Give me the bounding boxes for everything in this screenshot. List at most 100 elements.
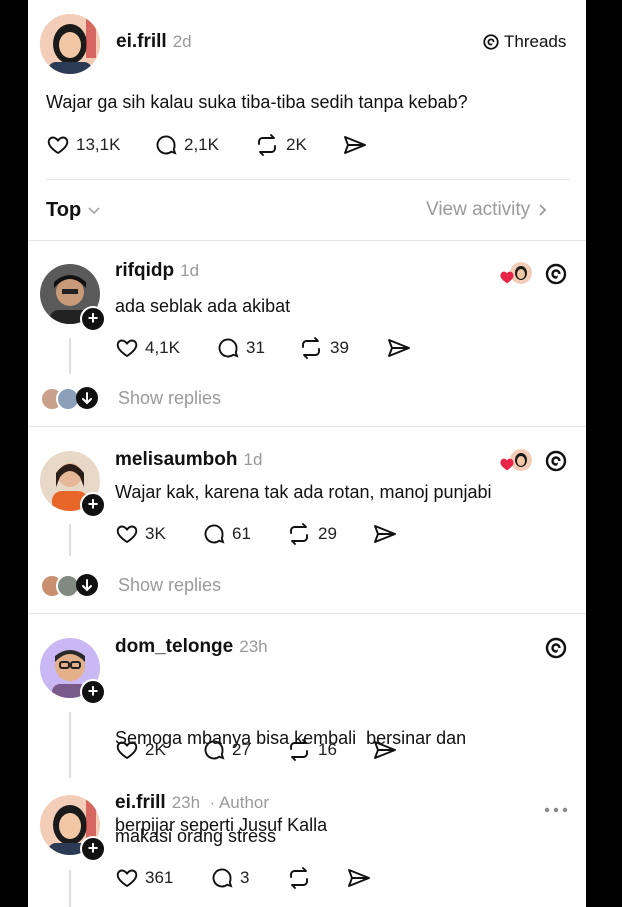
reply-like-count: 4,1K	[145, 338, 180, 357]
heart-icon	[116, 869, 138, 888]
reply-time: 1d	[180, 261, 200, 280]
thread-line	[69, 338, 71, 374]
divider	[46, 179, 570, 180]
reply-repost-count: 16	[318, 740, 337, 759]
reply-repost-count: 39	[330, 338, 349, 357]
reply-like-count: 3K	[145, 524, 166, 543]
reply-comment-count: 61	[232, 524, 251, 543]
show-replies-button[interactable]: Show replies	[118, 575, 221, 596]
heart-icon	[116, 741, 138, 760]
sort-dropdown[interactable]: Top	[46, 199, 101, 222]
view-activity-link[interactable]: View activity	[426, 199, 548, 221]
post-repost-count: 2K	[286, 135, 307, 154]
comment-icon	[204, 524, 225, 544]
repost-icon	[302, 337, 320, 359]
arrow-down-icon	[76, 387, 98, 409]
sort-label: Top	[46, 199, 82, 221]
post-comment-button[interactable]: 2,1K	[154, 133, 219, 157]
post-share-button[interactable]	[342, 133, 374, 157]
reply-header: dom_telonge 23h	[115, 636, 268, 658]
reply-text: makasi orang stress	[115, 826, 277, 846]
post-text: Wajar ga sih kalau suka tiba-tiba sedih …	[46, 92, 468, 112]
send-icon	[388, 339, 410, 357]
arrow-down-icon	[76, 574, 98, 596]
author-tag: · Author	[209, 793, 270, 812]
reply-like-count: 2K	[145, 740, 166, 759]
reply-repost-button[interactable]: 16	[286, 738, 337, 762]
reply-like-button[interactable]: 3K	[115, 522, 166, 546]
reply-repost-button[interactable]	[286, 866, 318, 890]
threads-logo-icon[interactable]	[544, 636, 568, 665]
author-avatar[interactable]	[40, 14, 100, 74]
reply-like-button[interactable]: 4,1K	[115, 336, 180, 360]
follow-plus-icon[interactable]: +	[80, 679, 106, 705]
reply-repost-count: 29	[318, 524, 337, 543]
reply-repost-button[interactable]: 39	[298, 336, 349, 360]
follow-plus-icon[interactable]: +	[80, 492, 106, 518]
post-username[interactable]: ei.frill	[116, 31, 167, 52]
reply-like-button[interactable]: 2K	[115, 738, 166, 762]
threads-frame: ei.frill 2d Threads Wajar ga sih kalau su…	[28, 0, 586, 907]
view-activity-label: View activity	[426, 199, 531, 220]
chevron-right-icon	[538, 203, 548, 217]
reply-comment-button[interactable]: 31	[216, 336, 265, 360]
reply-share-button[interactable]	[372, 522, 404, 546]
reply-header: ei.frill 23h · Author	[115, 792, 269, 814]
reply-text: Semoga mbanya bisa kembali bersinar dan …	[115, 666, 466, 898]
reply-share-button[interactable]	[346, 866, 378, 890]
heart-filled-icon	[500, 271, 514, 284]
reply-time: 23h	[171, 793, 201, 812]
threads-logo-icon[interactable]	[544, 262, 568, 291]
follow-plus-icon[interactable]: +	[80, 306, 106, 332]
reply-comment-button[interactable]: 61	[202, 522, 251, 546]
more-options-icon[interactable]	[544, 800, 568, 818]
threads-brand[interactable]: Threads	[482, 32, 566, 52]
post-time: 2d	[172, 32, 192, 51]
show-replies-button[interactable]: Show replies	[118, 388, 221, 409]
reply-comment-button[interactable]: 3	[210, 866, 249, 890]
reply-username[interactable]: dom_telonge	[115, 636, 233, 657]
comment-icon	[156, 135, 177, 155]
threads-logo-icon[interactable]	[544, 449, 568, 478]
threads-brand-label: Threads	[504, 32, 567, 51]
reply-username[interactable]: ei.frill	[115, 792, 166, 813]
comment-icon	[218, 338, 239, 358]
reply-username[interactable]: rifqidp	[115, 260, 174, 281]
reply-header: rifqidp 1d	[115, 260, 199, 282]
reply-text: Wajar kak, karena tak ada rotan, manoj p…	[115, 482, 492, 502]
divider	[28, 426, 586, 427]
comment-icon	[204, 740, 225, 760]
reply-time: 23h	[239, 637, 268, 656]
follow-plus-icon[interactable]: +	[80, 836, 106, 862]
reply-username[interactable]: melisaumboh	[115, 449, 237, 470]
heart-filled-icon	[500, 458, 514, 471]
thread-line	[69, 524, 71, 556]
post-repost-button[interactable]: 2K	[254, 133, 307, 157]
reply-share-button[interactable]	[386, 336, 418, 360]
send-icon	[374, 525, 396, 543]
reply-share-button[interactable]	[372, 738, 404, 762]
heart-icon	[116, 339, 138, 358]
repost-icon	[290, 739, 308, 761]
post-like-button[interactable]: 13,1K	[46, 133, 120, 157]
heart-icon	[116, 525, 138, 544]
reply-like-button[interactable]: 361	[115, 866, 173, 890]
reply-comment-count: 3	[240, 868, 250, 887]
reply-comment-count: 27	[232, 740, 251, 759]
reply-like-count: 361	[145, 868, 174, 887]
post-comment-count: 2,1K	[184, 135, 219, 154]
reply-repost-button[interactable]: 29	[286, 522, 337, 546]
post-like-count: 13,1K	[76, 135, 121, 154]
thread-line	[69, 712, 71, 778]
repost-icon	[290, 523, 308, 545]
divider	[28, 240, 586, 241]
reply-header: melisaumboh 1d	[115, 449, 262, 471]
heart-icon	[47, 136, 69, 155]
post-header: ei.frill 2d	[116, 31, 192, 53]
send-icon	[344, 136, 366, 154]
reply-time: 1d	[243, 450, 263, 469]
reply-text: ada seblak ada akibat	[115, 296, 291, 316]
repost-icon	[258, 134, 276, 156]
divider	[28, 613, 586, 614]
reply-comment-button[interactable]: 27	[202, 738, 251, 762]
